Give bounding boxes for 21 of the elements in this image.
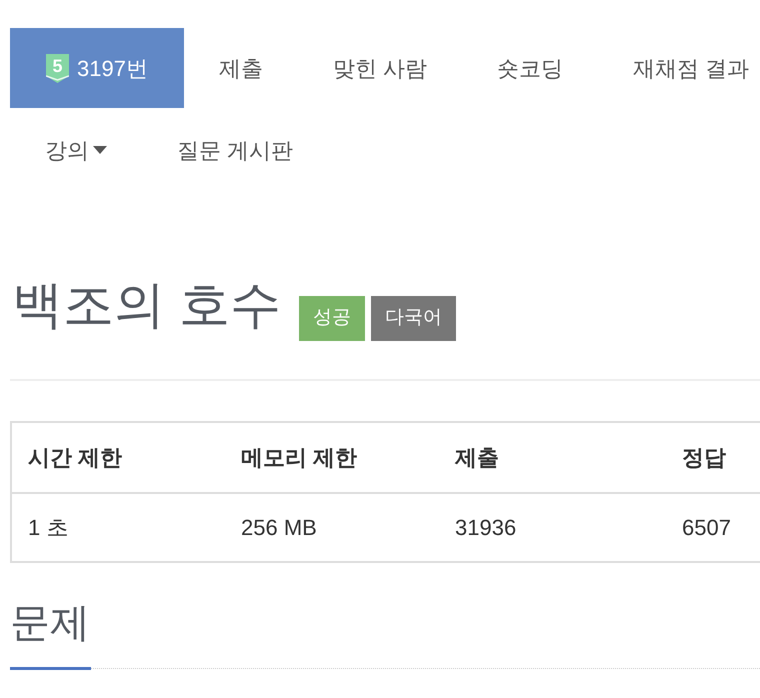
problem-title: 백조의 호수 <box>11 275 282 335</box>
board-link[interactable]: 질문 게시판 <box>142 134 328 166</box>
table-cell: 6507 <box>666 493 760 562</box>
section-heading: 문제 <box>10 600 90 647</box>
level-badge: 5 <box>46 54 69 82</box>
column-header: 제출 <box>439 422 666 493</box>
problem-label: 다국어 <box>371 296 456 341</box>
nav-tab[interactable]: 숏코딩 <box>462 28 598 108</box>
course-dropdown[interactable]: 강의 <box>10 134 142 166</box>
column-header: 정답 <box>666 422 760 493</box>
table-cell: 31936 <box>439 493 666 562</box>
nav-tab[interactable]: 5 3197번 <box>10 28 184 108</box>
table-cell: 256 MB <box>225 493 439 562</box>
caret-icon <box>93 146 107 154</box>
problem-label: 성공 <box>299 296 366 341</box>
column-header: 시간 제한 <box>11 422 225 493</box>
column-header: 메모리 제한 <box>225 422 439 493</box>
nav-tab[interactable]: 맞힌 사람 <box>298 28 462 108</box>
nav-tab[interactable]: 제출 <box>184 28 298 108</box>
table-cell: 1 초 <box>11 493 225 562</box>
nav-tab[interactable]: 재채점 결과 <box>598 28 760 108</box>
